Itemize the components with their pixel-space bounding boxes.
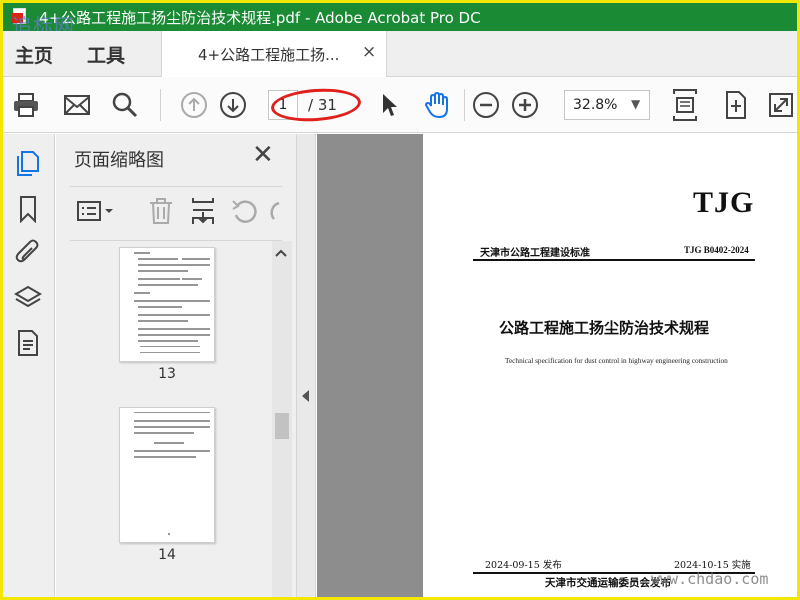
print-icon[interactable]	[12, 91, 40, 119]
panel-title: 页面缩略图	[74, 150, 164, 171]
thumbnail-panel: 页面缩略图 ✕ 13 14	[56, 134, 296, 597]
document-tab[interactable]: 4+公路工程施工扬... ×	[161, 31, 387, 77]
document-subtitle: Technical specification for dust control…	[505, 356, 728, 365]
document-title: 公路工程施工扬尘防治技术规程	[499, 319, 710, 337]
close-icon[interactable]: ✕	[252, 140, 274, 170]
nav-tools-tab[interactable]: 工具	[87, 41, 125, 68]
header-rule	[473, 259, 755, 261]
page-thumbnail-13[interactable]	[119, 247, 215, 362]
chevron-up-icon[interactable]	[274, 247, 288, 259]
zoom-out-icon[interactable]	[472, 91, 500, 119]
delete-page-icon[interactable]	[148, 194, 174, 228]
extract-page-icon[interactable]	[189, 194, 217, 228]
document-tab-label: 4+公路工程施工扬...	[198, 46, 340, 64]
standard-name: 天津市公路工程建设标准	[480, 248, 590, 259]
zoom-in-icon[interactable]	[511, 91, 539, 119]
thumbnail-options-icon[interactable]	[76, 194, 116, 228]
panel-divider	[70, 186, 282, 187]
bookmark-icon[interactable]	[14, 195, 42, 224]
zoom-value: 32.8%	[573, 97, 618, 113]
hand-tool-icon[interactable]	[423, 91, 451, 119]
rotate-left-icon[interactable]	[230, 194, 260, 228]
page-up-icon[interactable]	[180, 91, 208, 119]
nav-home-tab[interactable]: 主页	[15, 41, 53, 68]
attachment-icon[interactable]	[14, 238, 42, 266]
implement-date: 2024-10-15 实施	[674, 560, 751, 571]
publish-date: 2024-09-15 发布	[485, 560, 562, 571]
fit-page-icon[interactable]	[671, 89, 699, 121]
pdf-page: TJG 天津市公路工程建设标准 TJG B0402-2024 公路工程施工扬尘防…	[423, 134, 797, 597]
rotate-icon[interactable]	[721, 91, 749, 119]
watermark-bottom-right: www.chdao.com	[651, 570, 769, 588]
search-icon[interactable]	[111, 91, 139, 119]
scrollbar-thumb[interactable]	[275, 413, 289, 439]
main-toolbar: 1 / 31 32.8% ▼	[3, 77, 797, 133]
page-down-icon[interactable]	[219, 91, 247, 119]
zoom-select[interactable]: 32.8% ▼	[564, 90, 650, 120]
select-cursor-icon[interactable]	[375, 91, 403, 119]
left-sidebar-rail	[3, 134, 55, 597]
page-thumbnail-14[interactable]	[119, 407, 215, 543]
thumbnail-label: 14	[158, 547, 176, 563]
window-title: 4+公路工程施工扬尘防治技术规程.pdf - Adobe Acrobat Pro…	[39, 8, 481, 27]
panel-collapse-strip[interactable]	[296, 134, 316, 597]
email-icon[interactable]	[63, 91, 91, 119]
close-tab-icon[interactable]: ×	[362, 42, 376, 62]
toolbar-separator	[464, 89, 465, 121]
standard-code: TJG B0402-2024	[684, 245, 749, 255]
fullscreen-icon[interactable]	[767, 91, 795, 119]
top-nav: 主页 工具 4+公路工程施工扬... ×	[3, 31, 797, 77]
chevron-down-icon: ▼	[631, 97, 641, 111]
document-viewer[interactable]: TJG 天津市公路工程建设标准 TJG B0402-2024 公路工程施工扬尘防…	[317, 134, 797, 597]
rotate-right-icon[interactable]	[270, 194, 280, 228]
layers-icon[interactable]	[14, 284, 42, 312]
thumbnail-list: 13 14	[56, 241, 272, 597]
document-properties-icon[interactable]	[14, 329, 42, 357]
title-bar: 4+公路工程施工扬尘防治技术规程.pdf - Adobe Acrobat Pro…	[3, 3, 797, 31]
standard-logo: TJG	[693, 186, 755, 219]
toolbar-separator	[160, 89, 161, 121]
thumbnail-scrollbar[interactable]	[272, 241, 292, 597]
collapse-arrow-icon[interactable]	[302, 390, 309, 402]
page-thumbnails-icon[interactable]	[14, 150, 42, 178]
thumbnail-label: 13	[158, 366, 176, 382]
